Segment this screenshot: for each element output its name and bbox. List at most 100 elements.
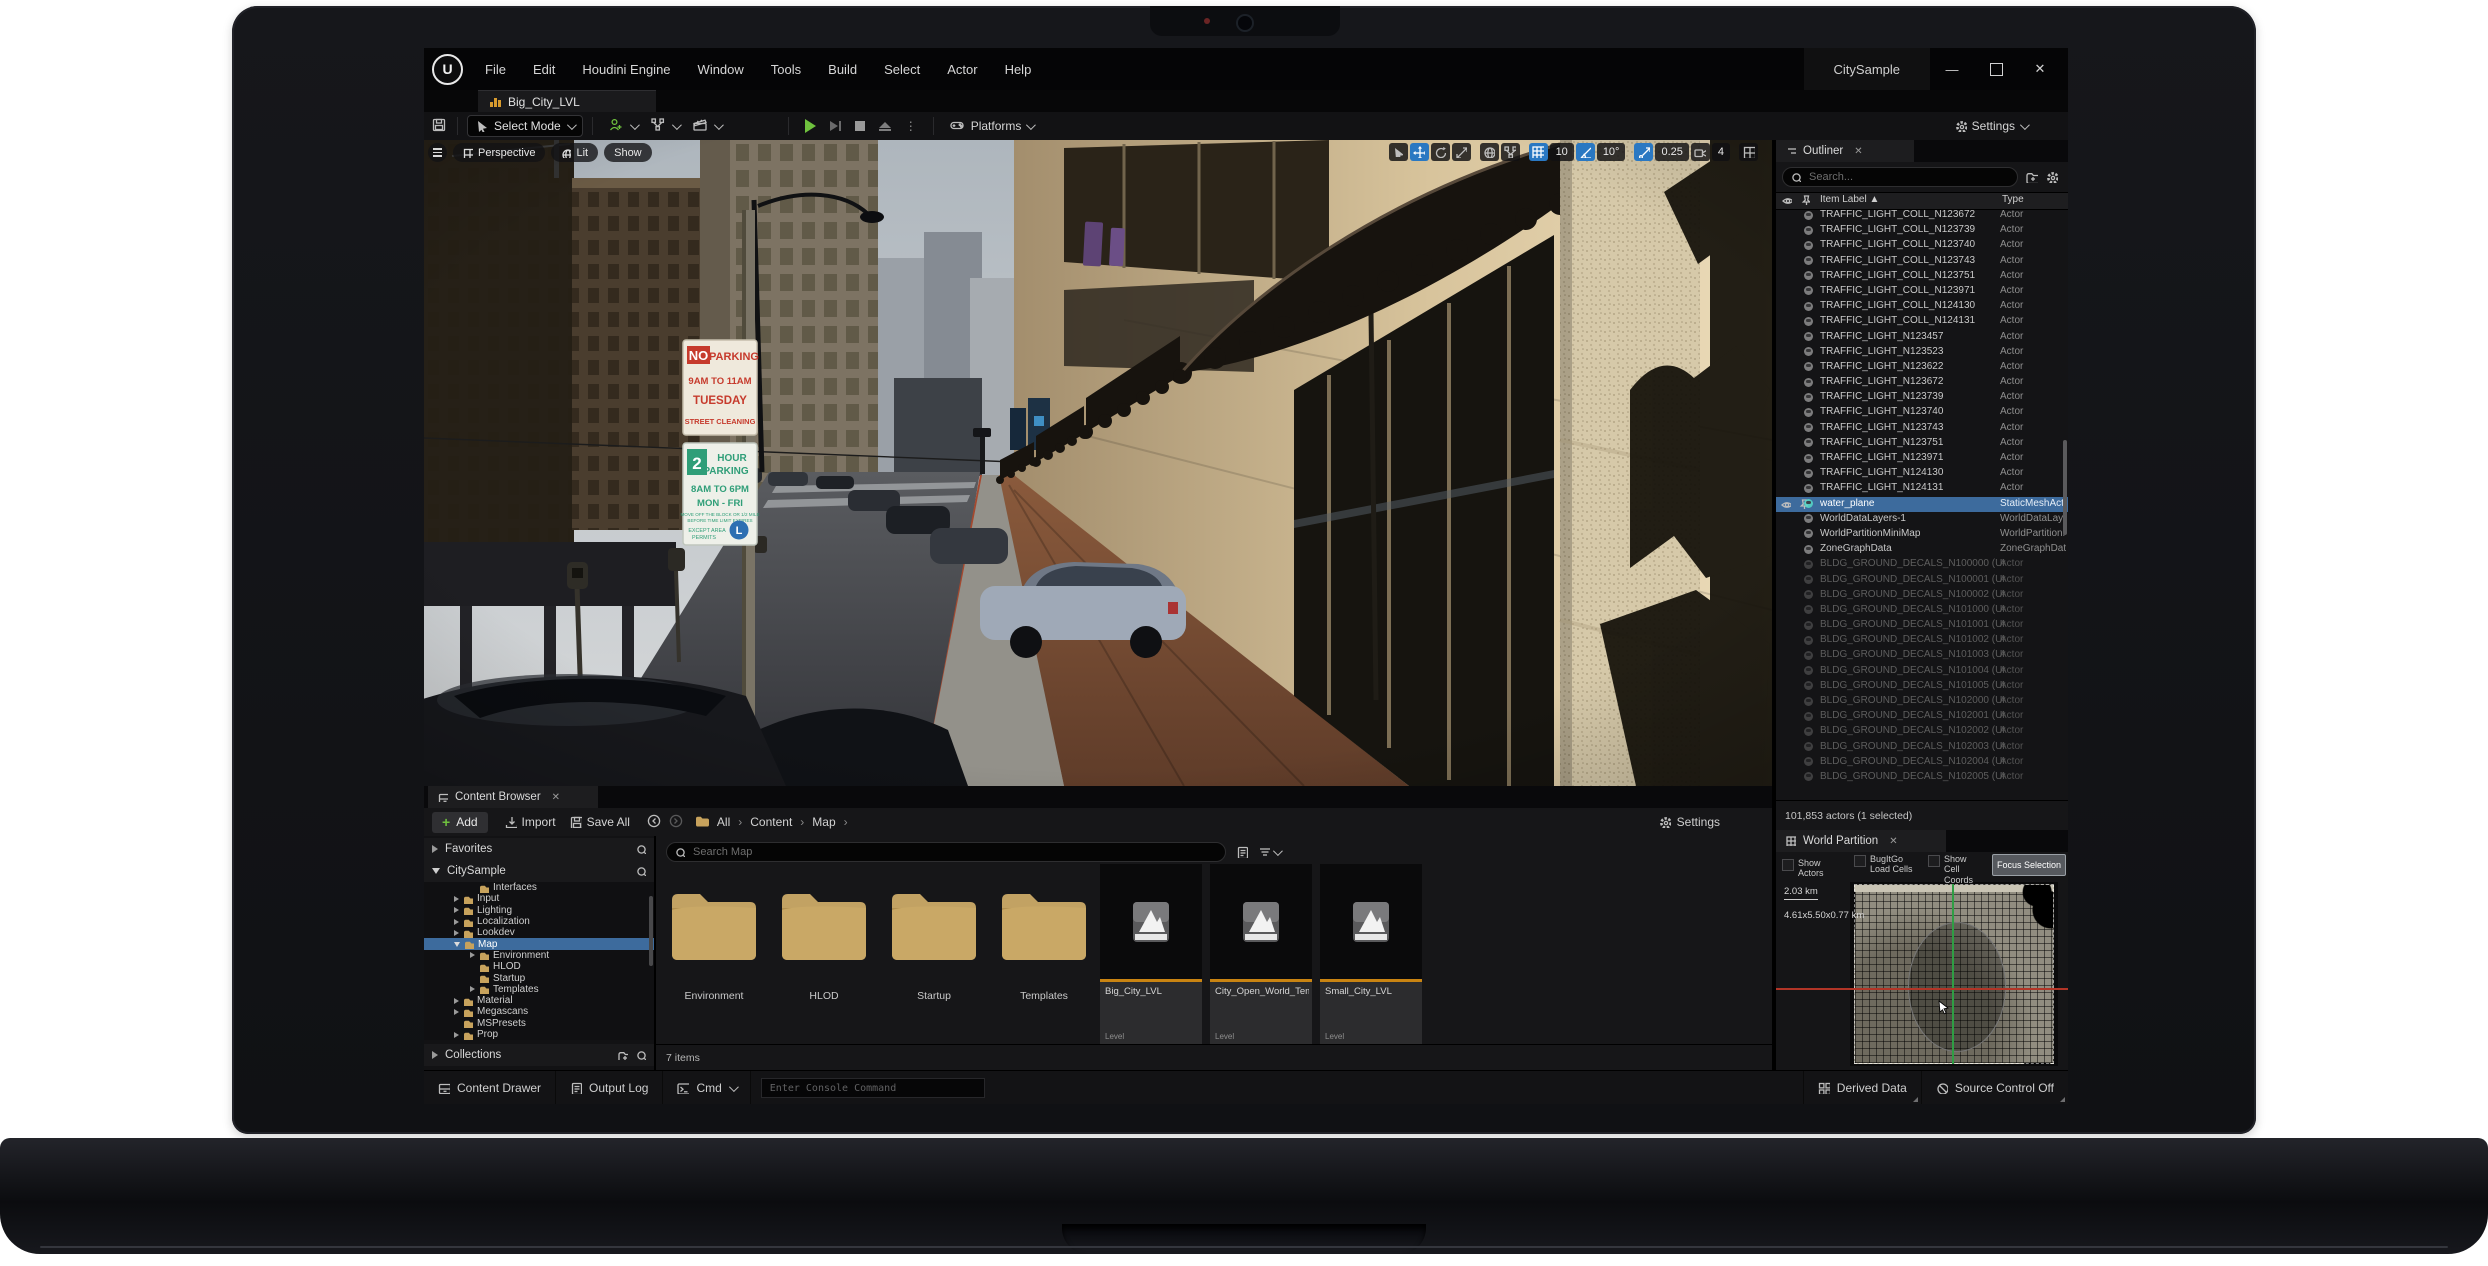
tree-item[interactable]: Startup [424, 972, 654, 983]
outliner-row[interactable]: BLDG_GROUND_DECALS_N102003 (Ur Actor [1776, 740, 2068, 755]
search-icon[interactable] [636, 1050, 646, 1060]
column-item-label[interactable]: Item Label ▲ [1820, 194, 1879, 205]
outliner-row[interactable]: BLDG_GROUND_DECALS_N100000 (Ur Actor [1776, 557, 2068, 572]
tree-item[interactable]: Megascans [424, 1006, 654, 1017]
frame-skip-button[interactable] [823, 114, 848, 138]
grid-snap-button[interactable] [1529, 143, 1548, 161]
collections-section[interactable]: Collections [424, 1044, 654, 1066]
outliner-row[interactable]: TRAFFIC_LIGHT_N123739 Actor [1776, 390, 2068, 405]
blueprints-dropdown[interactable] [644, 114, 686, 138]
outliner-row[interactable]: TRAFFIC_LIGHT_N123740 Actor [1776, 405, 2068, 420]
content-drawer-button[interactable]: Content Drawer [424, 1071, 556, 1104]
console-command-input[interactable] [768, 1082, 978, 1095]
show-actors-checkbox[interactable]: Show Actors [1782, 858, 1844, 879]
settings-dropdown[interactable]: Settings [1948, 114, 2034, 138]
select-mode-dropdown[interactable]: Select Mode [467, 115, 583, 137]
bugitgo-load-cells-checkbox[interactable]: BugItGo Load Cells [1854, 854, 1918, 875]
show-cell-coords-checkbox[interactable]: Show Cell Coords [1928, 854, 1984, 885]
outliner-row[interactable]: TRAFFIC_LIGHT_COLL_N123743 Actor [1776, 254, 2068, 269]
outliner-row[interactable]: TRAFFIC_LIGHT_N123457 Actor [1776, 330, 2068, 345]
output-log-button[interactable]: Output Log [556, 1071, 663, 1104]
tab-content-browser[interactable]: Content Browser✕ [428, 786, 598, 808]
outliner-row[interactable]: TRAFFIC_LIGHT_N123751 Actor [1776, 436, 2068, 451]
import-button[interactable]: Import [498, 810, 563, 834]
asset-search[interactable] [666, 842, 1226, 862]
outliner-row[interactable]: TRAFFIC_LIGHT_COLL_N123751 Actor [1776, 269, 2068, 284]
scale-snap-value[interactable]: 0.25 [1655, 143, 1688, 161]
add-button[interactable]: +Add [432, 812, 488, 833]
outliner-row[interactable]: TRAFFIC_LIGHT_COLL_N124131 Actor [1776, 314, 2068, 329]
tree-item[interactable]: Lookdev [424, 927, 654, 938]
eye-icon[interactable] [1781, 499, 1791, 509]
expander-icon[interactable] [454, 919, 459, 925]
surface-snap-button[interactable] [1501, 143, 1520, 161]
menu-item[interactable]: Tools [771, 62, 801, 77]
scale-tool-button[interactable] [1452, 143, 1471, 161]
outliner-row[interactable]: WorldPartitionMiniMap WorldPartitionMin [1776, 527, 2068, 542]
outliner-row[interactable]: BLDG_GROUND_DECALS_N101004 (Ur Actor [1776, 664, 2068, 679]
expander-icon[interactable] [454, 896, 459, 902]
expander-icon[interactable] [454, 907, 459, 913]
menu-item[interactable]: Edit [533, 62, 555, 77]
folder-tile[interactable]: HLOD [772, 872, 876, 1032]
breadcrumb-item[interactable]: Content [750, 815, 792, 829]
tree-item[interactable]: Interfaces [424, 882, 654, 893]
close-icon[interactable]: ✕ [1854, 146, 1862, 157]
outliner-row[interactable]: TRAFFIC_LIGHT_COLL_N123672 Actor [1776, 208, 2068, 223]
tree-item[interactable]: Map [424, 938, 654, 949]
eye-icon[interactable] [1782, 195, 1792, 205]
tree-item[interactable]: Input [424, 893, 654, 904]
menu-item[interactable]: Select [884, 62, 920, 77]
outliner-scrollbar[interactable] [2063, 440, 2067, 535]
play-options-kebab[interactable]: ⋮ [898, 114, 924, 138]
forward-icon[interactable] [667, 814, 683, 830]
add-actor-dropdown[interactable] [602, 114, 644, 138]
rotation-snap-button[interactable] [1576, 143, 1595, 161]
menu-item[interactable]: Houdini Engine [582, 62, 670, 77]
move-tool-button[interactable] [1410, 143, 1429, 161]
menu-item[interactable]: File [485, 62, 506, 77]
console-command-box[interactable] [761, 1078, 985, 1098]
asset-search-input[interactable] [691, 845, 1217, 859]
pin-icon[interactable] [1800, 195, 1810, 205]
save-icon[interactable] [432, 118, 448, 134]
scale-snap-button[interactable] [1634, 143, 1653, 161]
outliner-row[interactable]: BLDG_GROUND_DECALS_N101002 (Ur Actor [1776, 633, 2068, 648]
unreal-logo-icon[interactable]: U [432, 54, 463, 85]
outliner-row[interactable]: BLDG_GROUND_DECALS_N102005 (Ur Actor [1776, 770, 2068, 785]
maximize-viewport-button[interactable] [1739, 143, 1758, 161]
outliner-row[interactable]: TRAFFIC_LIGHT_COLL_N123971 Actor [1776, 284, 2068, 299]
outliner-row[interactable]: BLDG_GROUND_DECALS_N100001 (Ur Actor [1776, 573, 2068, 588]
level-asset-card[interactable]: Big_City_LVL Level [1100, 864, 1202, 1045]
new-folder-icon[interactable] [2026, 171, 2038, 183]
stop-button[interactable] [848, 114, 872, 138]
outliner-row[interactable]: TRAFFIC_LIGHT_N123672 Actor [1776, 375, 2068, 390]
citysample-section[interactable]: CitySample [424, 860, 654, 882]
viewport-options-button[interactable] [428, 143, 447, 162]
outliner-row[interactable]: water_plane StaticMeshActor [1776, 497, 2068, 512]
tab-world-partition[interactable]: World Partition✕ [1776, 830, 1946, 852]
outliner-row[interactable]: TRAFFIC_LIGHT_N123743 Actor [1776, 421, 2068, 436]
close-button[interactable]: ✕ [2018, 48, 2062, 90]
column-type[interactable]: Type [2002, 194, 2024, 205]
search-icon[interactable] [636, 866, 646, 876]
save-search-icon[interactable] [1236, 846, 1248, 858]
outliner-row[interactable]: ZoneGraphData ZoneGraphData [1776, 542, 2068, 557]
focus-selection-button[interactable]: Focus Selection [1992, 854, 2066, 876]
save-all-button[interactable]: Save All [563, 810, 637, 834]
menu-item[interactable]: Window [698, 62, 744, 77]
rotation-snap-value[interactable]: 10° [1597, 143, 1626, 161]
outliner-search-input[interactable] [1807, 170, 2009, 184]
expander-icon[interactable] [454, 998, 459, 1004]
expander-icon[interactable] [470, 952, 475, 958]
perspective-dropdown[interactable]: Perspective [453, 143, 545, 162]
tab-outliner[interactable]: Outliner✕ [1776, 140, 1914, 162]
back-icon[interactable] [647, 814, 663, 830]
outliner-row[interactable]: BLDG_GROUND_DECALS_N102000 (Ur Actor [1776, 694, 2068, 709]
outliner-row[interactable]: TRAFFIC_LIGHT_N124131 Actor [1776, 481, 2068, 496]
lit-dropdown[interactable]: Lit [551, 143, 598, 162]
folder-tile[interactable]: Environment [662, 872, 766, 1032]
expander-icon[interactable] [454, 942, 460, 947]
outliner-row[interactable]: TRAFFIC_LIGHT_N123523 Actor [1776, 345, 2068, 360]
grid-snap-value[interactable]: 10 [1550, 143, 1574, 161]
